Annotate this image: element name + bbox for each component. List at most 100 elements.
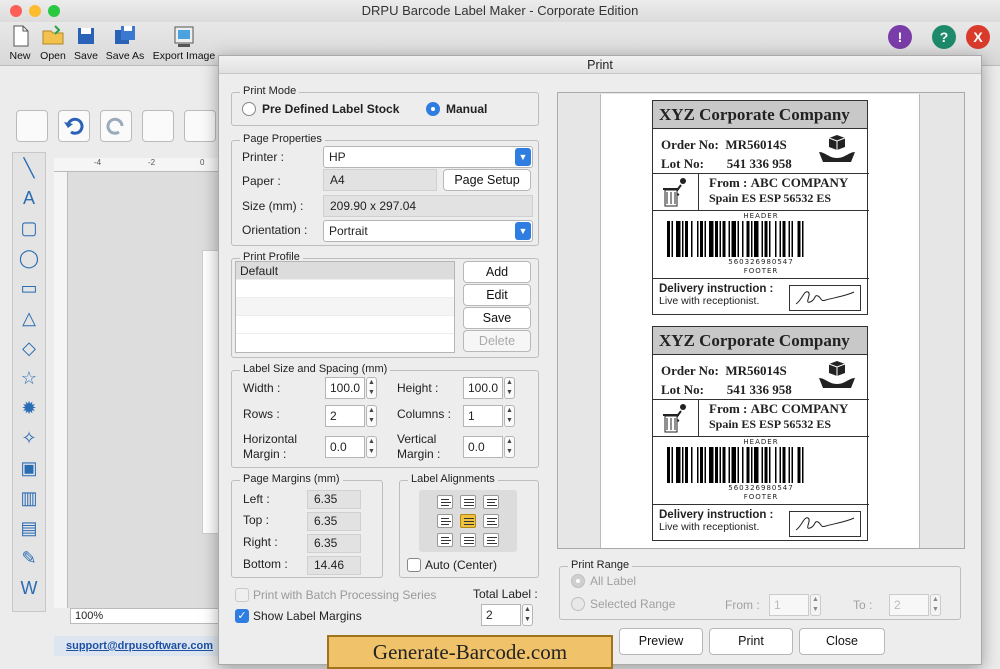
batch-processing-checkbox[interactable] [235,588,249,602]
support-email-link[interactable]: support@drpusoftware.com [66,640,213,652]
handle-with-care-icon [817,360,857,394]
height-value[interactable]: 100.0 [463,377,503,399]
profile-list[interactable]: Default [235,261,455,353]
open-folder-icon [41,24,65,48]
preview-button[interactable]: Preview [619,628,703,655]
show-margins-checkbox[interactable]: ✓ [235,609,249,623]
rounded-rect-tool-icon[interactable]: ▭ [17,276,41,300]
rectangle-tool-icon[interactable]: ▢ [17,216,41,240]
new-label: New [9,50,31,62]
range-to-value[interactable]: 2 [889,594,929,616]
hmargin-value[interactable]: 0.0 [325,436,365,458]
export-image-button[interactable]: Export Image [150,24,218,62]
barcode-bar [746,221,750,257]
list-item[interactable]: Default [236,262,454,280]
orientation-select[interactable]: Portrait ▼ [323,220,533,242]
page-setup-button[interactable]: Page Setup [443,169,531,191]
save-button[interactable]: Save [72,24,100,62]
rows-stepper[interactable]: 2 ▲ ▼ [325,405,377,427]
watermark-tool-icon[interactable]: W [17,576,41,600]
signature-tool-icon[interactable]: ✎ [17,546,41,570]
redo-icon[interactable] [100,110,132,142]
exit-icon[interactable]: X [966,25,990,49]
save-profile-button[interactable]: Save [463,307,531,329]
shape-tool-icon[interactable]: ✧ [17,426,41,450]
diamond-tool-icon[interactable]: ◇ [17,336,41,360]
library-tool-icon[interactable]: ▥ [17,486,41,510]
new-button[interactable]: New [6,24,34,62]
copy-icon[interactable] [184,110,216,142]
zoom-field[interactable]: 100% [70,608,220,624]
image-tool-icon[interactable]: ▣ [17,456,41,480]
predefined-stock-radio[interactable] [242,102,256,116]
about-icon[interactable]: ! [888,25,912,49]
edit-profile-button[interactable]: Edit [463,284,531,306]
burst-tool-icon[interactable]: ✹ [17,396,41,420]
rows-value[interactable]: 2 [325,405,365,427]
help-icon[interactable]: ? [932,25,956,49]
triangle-tool-icon[interactable]: △ [17,306,41,330]
stepper-arrows-icon[interactable]: ▲ ▼ [504,436,515,458]
barcode-digits: 560326980547 [728,258,794,266]
stepper-arrows-icon[interactable]: ▲ ▼ [366,377,377,399]
range-from-stepper[interactable]: 1 ▲ ▼ [769,594,821,616]
save-as-button[interactable]: Save As [104,24,146,62]
print-button[interactable]: Print [709,628,793,655]
close-button[interactable]: Close [799,628,885,655]
add-profile-button[interactable]: Add [463,261,531,283]
text-tool-icon[interactable]: A [17,186,41,210]
barcode-bar [764,221,768,257]
undo-icon[interactable] [58,110,90,142]
align-top-right-icon[interactable] [483,495,499,509]
height-stepper[interactable]: 100.0 ▲ ▼ [463,377,515,399]
document-icon[interactable] [16,110,48,142]
columns-stepper[interactable]: 1 ▲ ▼ [463,405,515,427]
stepper-arrows-icon[interactable]: ▲ ▼ [930,594,941,616]
width-value[interactable]: 100.0 [325,377,365,399]
alignment-grid [419,490,517,552]
width-stepper[interactable]: 100.0 ▲ ▼ [325,377,377,399]
range-from-label: From : [725,598,760,612]
stepper-arrows-icon[interactable]: ▲ ▼ [504,405,515,427]
ellipse-tool-icon[interactable]: ◯ [17,246,41,270]
stepper-arrows-icon[interactable]: ▲ ▼ [504,377,515,399]
size-label: Size (mm) : [242,199,304,213]
range-to-stepper[interactable]: 2 ▲ ▼ [889,594,941,616]
stepper-arrows-icon[interactable]: ▲ ▼ [522,604,533,626]
all-label-radio[interactable] [571,574,585,588]
align-top-left-icon[interactable] [437,495,453,509]
hmargin-stepper[interactable]: 0.0 ▲ ▼ [325,436,377,458]
printer-select[interactable]: HP ▼ [323,146,533,168]
close-window-icon[interactable] [10,5,22,17]
recycle-bin-icon [653,400,699,436]
margin-left-label: Left : [243,492,270,506]
align-center-icon[interactable] [460,514,476,528]
total-label-stepper[interactable]: 2 ▲ ▼ [481,604,533,626]
line-tool-icon[interactable]: ╲ [17,156,41,180]
total-label-value[interactable]: 2 [481,604,521,626]
align-bottom-right-icon[interactable] [483,533,499,547]
barcode-tool-icon[interactable]: ▤ [17,516,41,540]
stepper-arrows-icon[interactable]: ▲ ▼ [810,594,821,616]
minimize-window-icon[interactable] [29,5,41,17]
open-button[interactable]: Open [38,24,68,62]
align-middle-left-icon[interactable] [437,514,453,528]
selected-range-radio[interactable] [571,597,585,611]
design-canvas[interactable] [68,172,232,608]
align-bottom-center-icon[interactable] [460,533,476,547]
vmargin-value[interactable]: 0.0 [463,436,503,458]
range-from-value[interactable]: 1 [769,594,809,616]
stepper-arrows-icon[interactable]: ▲ ▼ [366,436,377,458]
delete-profile-button[interactable]: Delete [463,330,531,352]
vmargin-stepper[interactable]: 0.0 ▲ ▼ [463,436,515,458]
manual-radio[interactable] [426,102,440,116]
align-bottom-left-icon[interactable] [437,533,453,547]
columns-value[interactable]: 1 [463,405,503,427]
cut-icon[interactable] [142,110,174,142]
align-middle-right-icon[interactable] [483,514,499,528]
star-tool-icon[interactable]: ☆ [17,366,41,390]
zoom-window-icon[interactable] [48,5,60,17]
stepper-arrows-icon[interactable]: ▲ ▼ [366,405,377,427]
align-top-center-icon[interactable] [460,495,476,509]
auto-center-checkbox[interactable] [407,558,421,572]
